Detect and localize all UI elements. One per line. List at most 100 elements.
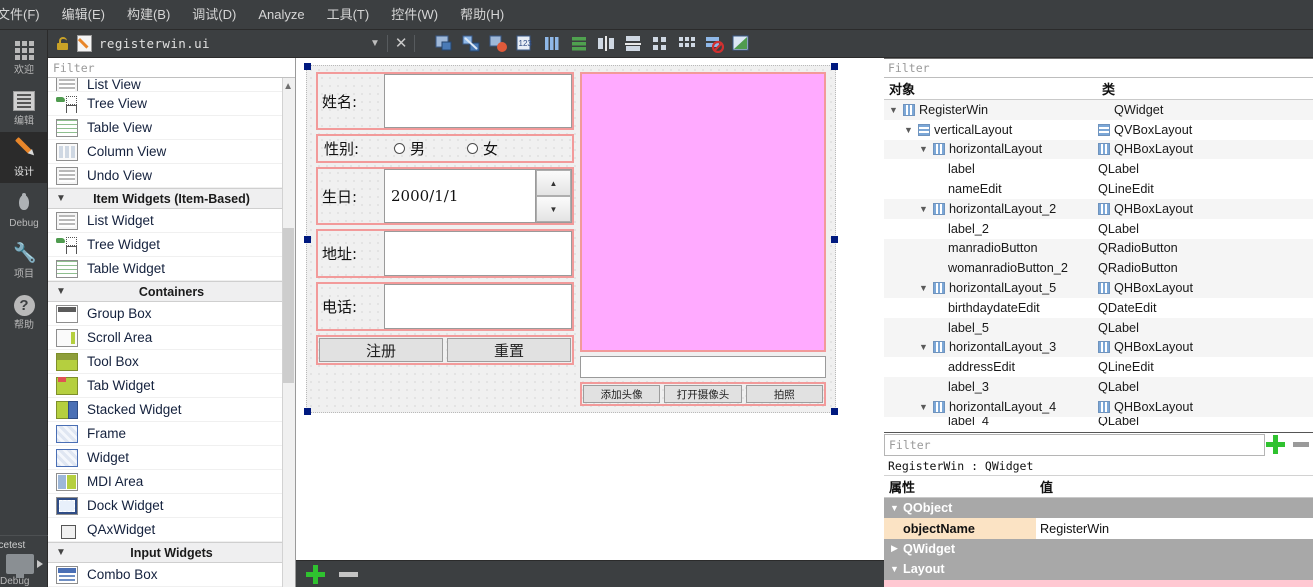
resize-handle-right[interactable] [831,236,838,243]
widget-category-item-widgets[interactable]: ▼ Item Widgets (Item-Based) [48,188,295,209]
resize-handle-bottom-left[interactable] [304,408,311,415]
layout-vertical-splitter-icon[interactable] [623,34,643,53]
phone-input[interactable] [384,284,572,329]
mode-projects[interactable]: 🔧 项目 [0,234,48,285]
chevron-down-icon[interactable]: ▼ [889,503,900,513]
chevron-down-icon[interactable]: ▼ [370,38,380,49]
menu-item-tools[interactable]: 工具(T) [316,3,381,26]
chevron-down-icon[interactable]: ▼ [918,283,929,293]
layout-vertically-icon[interactable] [569,34,589,53]
widget-item-combo-box[interactable]: Combo Box [48,563,295,587]
chevron-down-icon[interactable]: ▼ [918,204,929,214]
widget-item-stacked-widget[interactable]: Stacked Widget [48,398,295,422]
widget-item-group-box[interactable]: Group Box [48,302,295,326]
widget-item-widget[interactable]: Widget [48,446,295,470]
widget-item-scroll-area[interactable]: Scroll Area [48,326,295,350]
widget-item-table-widget[interactable]: Table Widget [48,257,295,281]
tree-row[interactable]: ▼ horizontalLayout_5 QHBoxLayout [884,278,1313,298]
chevron-down-icon[interactable]: ▼ [889,564,900,574]
break-layout-icon[interactable] [704,34,725,54]
unlocked-padlock-icon[interactable] [56,37,69,50]
resize-handle-top-right[interactable] [831,63,838,70]
plus-icon[interactable] [306,564,325,584]
mode-design[interactable]: 设计 [0,132,48,183]
edit-tab-order-icon[interactable]: 123 [515,34,535,53]
mode-welcome[interactable]: 欢迎 [0,30,48,81]
reset-button[interactable]: 重置 [447,338,571,362]
form-row-phone[interactable]: 电话: [316,282,574,331]
form-row-address[interactable]: 地址: [316,229,574,278]
object-tree-filter[interactable]: Filter [884,58,1313,78]
resize-handle-left[interactable] [304,236,311,243]
chevron-down-icon[interactable]: ▼ [918,402,929,412]
spin-up-arrow-icon[interactable]: ▲ [536,170,571,196]
tree-row[interactable]: ▼ verticalLayout QVBoxLayout [884,120,1313,140]
layout-horizontal-splitter-icon[interactable] [596,34,616,53]
widget-item-column-view[interactable]: Column View [48,140,295,164]
birthday-date-edit[interactable]: 2000/1/1 ▲ ▼ [384,169,572,223]
chevron-down-icon[interactable]: ▼ [918,144,929,154]
close-icon[interactable]: ✕ [395,36,408,51]
widget-item-mdi-area[interactable]: MDI Area [48,470,295,494]
edit-signals-slots-icon[interactable] [461,34,481,53]
radio-female[interactable]: 女 [467,138,498,159]
form-design-canvas[interactable]: 姓名: 性别: 男 女 生日: 2000/1/1 ▲ ▼ 地址: 电话: 注册 … [296,58,884,560]
tree-row[interactable]: womanradioButton_2 QRadioButton [884,258,1313,279]
edit-widgets-icon[interactable] [434,34,454,53]
property-row-objectname[interactable]: objectName RegisterWin [884,518,1313,539]
widget-item-list-widget[interactable]: List Widget [48,209,295,233]
widget-box-filter[interactable]: Filter [48,58,295,78]
layout-in-grid-icon[interactable] [677,34,697,53]
widget-box-scrollbar[interactable]: ▲ [282,78,295,587]
property-value[interactable]: RegisterWin [1036,522,1313,536]
widget-item-list-view[interactable]: List View [48,78,295,92]
tree-row[interactable]: addressEdit QLineEdit [884,357,1313,377]
date-spinner[interactable]: ▲ ▼ [535,170,571,222]
menu-item-help[interactable]: 帮助(H) [449,3,515,26]
scrollbar-thumb[interactable] [283,228,294,383]
widget-item-qax-widget[interactable]: QAxWidget [48,518,295,542]
widget-category-input-widgets[interactable]: ▼ Input Widgets [48,542,295,563]
chevron-down-icon[interactable]: ▼ [918,342,929,352]
widget-item-tree-widget[interactable]: Tree Widget [48,233,295,257]
run-configuration-selector[interactable]: acetest Debug [0,535,48,587]
address-input[interactable] [384,231,572,276]
widget-item-undo-view[interactable]: Undo View [48,164,295,188]
resize-handle-top-left[interactable] [304,63,311,70]
chevron-down-icon[interactable]: ▼ [888,105,899,115]
widget-item-frame[interactable]: Frame [48,422,295,446]
tree-row[interactable]: birthdaydateEdit QDateEdit [884,298,1313,318]
property-group-qobject[interactable]: ▼ QObject [884,498,1313,519]
form-root-widget[interactable]: 姓名: 性别: 男 女 生日: 2000/1/1 ▲ ▼ 地址: 电话: 注册 … [304,63,838,415]
chevron-right-icon[interactable]: ▶ [889,543,900,554]
mode-debug[interactable]: Debug [0,183,48,234]
add-avatar-button[interactable]: 添加头像 [583,385,661,403]
tree-row[interactable]: ▼ horizontalLayout_2 QHBoxLayout [884,198,1313,219]
name-input[interactable] [384,74,572,128]
edit-buddies-icon[interactable] [488,34,508,53]
editor-filename[interactable]: registerwin.ui [99,36,210,51]
open-camera-button[interactable]: 打开摄像头 [664,385,742,403]
widget-item-tree-view[interactable]: Tree View [48,92,295,116]
property-filter-input[interactable]: Filter [884,433,1265,456]
form-row-birthday[interactable]: 生日: 2000/1/1 ▲ ▼ [316,167,574,225]
photo-preview-area[interactable] [582,74,824,350]
chevron-down-icon[interactable]: ▼ [903,125,914,135]
property-group-layout[interactable]: ▼ Layout [884,559,1313,580]
widget-item-tool-box[interactable]: Tool Box [48,350,295,374]
photo-path-input[interactable] [580,356,826,378]
widget-category-containers[interactable]: ▼ Containers [48,281,295,302]
property-table-body[interactable]: ▼ QObject objectName RegisterWin ▶ QWidget… [884,498,1313,587]
property-row[interactable] [884,579,1313,587]
tree-row[interactable]: ▼ horizontalLayout_4 QHBoxLayout [884,396,1313,417]
minus-icon[interactable] [1293,442,1309,447]
minus-icon[interactable] [339,571,358,577]
tree-row[interactable]: label_2 QLabel [884,219,1313,239]
property-group-qwidget[interactable]: ▶ QWidget [884,538,1313,560]
widget-item-table-view[interactable]: Table View [48,116,295,140]
widget-item-tab-widget[interactable]: Tab Widget [48,374,295,398]
register-button[interactable]: 注册 [319,338,443,362]
radio-male[interactable]: 男 [394,138,425,159]
menu-item-edit[interactable]: 编辑(E) [51,3,116,26]
tree-row[interactable]: ▼ horizontalLayout_3 QHBoxLayout [884,337,1313,358]
